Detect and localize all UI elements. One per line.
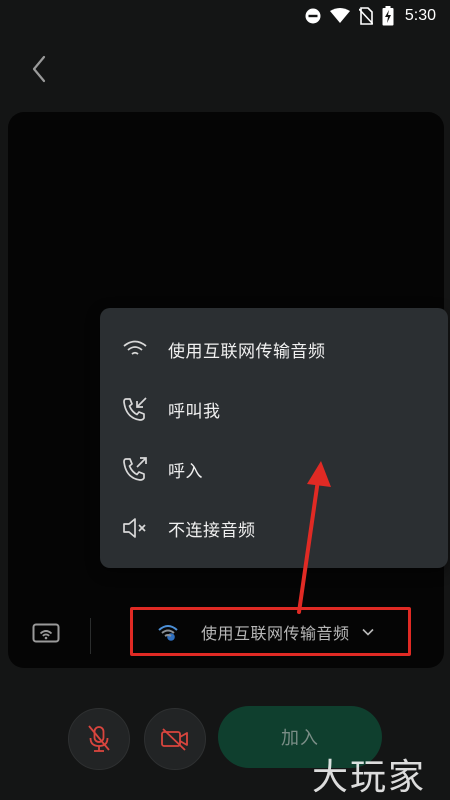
status-bar: 5:30 bbox=[0, 0, 450, 32]
camera-toggle-button[interactable] bbox=[144, 708, 206, 770]
menu-item-internet-audio[interactable]: 使用互联网传输音频 bbox=[100, 321, 448, 377]
menu-item-label: 呼入 bbox=[168, 461, 203, 482]
audio-mode-selector[interactable]: 使用互联网传输音频 bbox=[130, 607, 411, 656]
battery-charging-icon bbox=[382, 6, 394, 26]
no-sim-icon bbox=[358, 7, 373, 25]
chevron-left-icon bbox=[32, 55, 46, 83]
chevron-down-icon bbox=[361, 628, 374, 636]
screen-cast-button[interactable] bbox=[30, 622, 62, 646]
menu-item-dial-in[interactable]: 呼入 bbox=[100, 441, 448, 497]
back-button[interactable] bbox=[24, 52, 54, 86]
phone-outgoing-icon bbox=[120, 455, 150, 483]
divider bbox=[90, 618, 91, 654]
wifi-signal-icon bbox=[329, 8, 350, 24]
wifi-audio-icon bbox=[158, 624, 178, 641]
camera-off-icon bbox=[161, 728, 188, 751]
audio-options-menu: 使用互联网传输音频 呼叫我 呼入 不连接音频 bbox=[100, 308, 448, 568]
phone-incoming-icon bbox=[120, 395, 150, 423]
mic-off-icon bbox=[88, 725, 110, 752]
status-time: 5:30 bbox=[404, 7, 436, 24]
screen-cast-icon bbox=[32, 623, 60, 643]
menu-item-label: 使用互联网传输音频 bbox=[168, 341, 326, 362]
speaker-mute-icon bbox=[120, 514, 150, 542]
menu-item-call-me[interactable]: 呼叫我 bbox=[100, 381, 448, 437]
menu-item-label: 不连接音频 bbox=[168, 520, 256, 541]
menu-item-no-audio[interactable]: 不连接音频 bbox=[100, 500, 448, 556]
audio-selector-label: 使用互联网传输音频 bbox=[201, 623, 350, 643]
dnd-icon bbox=[305, 8, 321, 24]
menu-item-label: 呼叫我 bbox=[168, 401, 221, 422]
watermark-logo: 大玩家 bbox=[312, 757, 427, 798]
wifi-icon bbox=[120, 335, 150, 363]
mic-toggle-button[interactable] bbox=[68, 708, 130, 770]
